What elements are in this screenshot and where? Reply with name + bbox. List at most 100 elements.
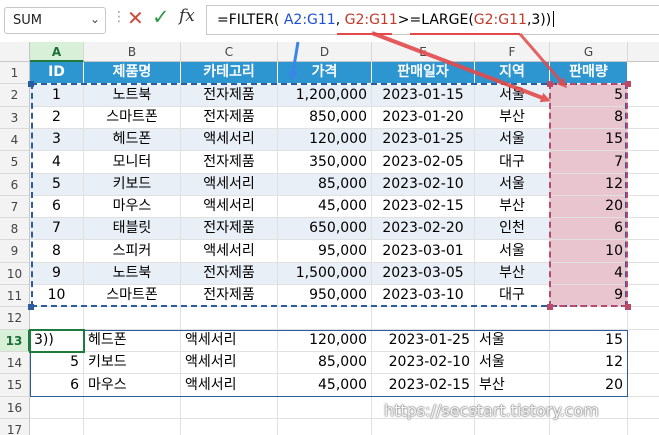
table-cell[interactable]: 1,500,000 (278, 263, 372, 285)
result-cell[interactable]: 헤드폰 (84, 330, 181, 352)
result-cell[interactable]: 120,000 (278, 330, 372, 352)
table-cell[interactable]: 전자제품 (181, 263, 278, 285)
empty-cell[interactable] (30, 307, 84, 330)
row-header-6[interactable]: 6 (0, 174, 30, 196)
table-cell[interactable]: 2023-03-05 (372, 263, 475, 285)
formula-input[interactable]: =FILTER( A2:G11, G2:G11>=LARGE(G2:G11,3)… (206, 5, 659, 35)
empty-cell[interactable] (550, 419, 628, 435)
table-cell[interactable]: 전자제품 (181, 107, 278, 129)
empty-cell[interactable] (628, 196, 659, 218)
table-cell[interactable]: 부산 (475, 263, 550, 285)
table-cell[interactable]: 350,000 (278, 151, 372, 174)
table-cell[interactable]: 2023-03-01 (372, 240, 475, 263)
empty-cell[interactable] (628, 151, 659, 174)
result-cell[interactable]: 키보드 (84, 352, 181, 374)
column-header-e[interactable]: E (372, 42, 475, 62)
column-header-b[interactable]: B (84, 42, 181, 62)
row-header-4[interactable]: 4 (0, 129, 30, 151)
table-cell[interactable]: 전자제품 (181, 151, 278, 174)
table-cell[interactable]: 6 (550, 218, 628, 240)
empty-cell[interactable] (30, 419, 84, 435)
table-cell[interactable]: 액세서리 (181, 196, 278, 218)
table-cell[interactable]: 액세서리 (181, 240, 278, 263)
table-cell[interactable]: 85,000 (278, 174, 372, 196)
empty-cell[interactable] (181, 397, 278, 419)
column-header-c[interactable]: C (181, 42, 278, 62)
table-cell[interactable]: 1,200,000 (278, 84, 372, 107)
table-cell[interactable]: 서울 (475, 84, 550, 107)
empty-cell[interactable] (628, 240, 659, 263)
table-cell[interactable]: 4 (30, 151, 84, 174)
more-options-icon[interactable]: ⋮ (112, 9, 126, 25)
range-handle[interactable] (28, 304, 34, 310)
table-cell[interactable]: 7 (30, 218, 84, 240)
table-cell[interactable]: 2023-01-15 (372, 84, 475, 107)
result-cell[interactable]: 5 (30, 352, 84, 374)
row-header-12[interactable]: 12 (0, 307, 30, 330)
table-cell[interactable]: 2 (30, 107, 84, 129)
empty-cell[interactable] (278, 307, 372, 330)
table-cell[interactable]: 120,000 (278, 129, 372, 151)
table-cell[interactable]: 2023-02-20 (372, 218, 475, 240)
empty-cell[interactable] (84, 419, 181, 435)
result-cell[interactable]: 85,000 (278, 352, 372, 374)
row-header-2[interactable]: 2 (0, 84, 30, 107)
cancel-icon[interactable]: ✕ (127, 6, 144, 30)
table-cell[interactable]: 15 (550, 129, 628, 151)
empty-cell[interactable] (475, 419, 550, 435)
table-cell[interactable]: 8 (550, 107, 628, 129)
empty-cell[interactable] (475, 307, 550, 330)
result-cell[interactable]: 12 (550, 352, 628, 374)
result-cell[interactable]: 부산 (475, 374, 550, 397)
empty-cell[interactable] (550, 307, 628, 330)
empty-cell[interactable] (628, 174, 659, 196)
row-header-8[interactable]: 8 (0, 218, 30, 240)
empty-cell[interactable] (628, 330, 659, 352)
empty-cell[interactable] (278, 419, 372, 435)
empty-cell[interactable] (372, 419, 475, 435)
empty-cell[interactable] (372, 307, 475, 330)
table-cell[interactable]: 9 (30, 263, 84, 285)
empty-cell[interactable] (30, 397, 84, 419)
table-cell[interactable]: 2023-01-25 (372, 129, 475, 151)
table-cell[interactable]: 대구 (475, 151, 550, 174)
table-cell[interactable]: 10 (550, 240, 628, 263)
table-cell[interactable]: 45,000 (278, 196, 372, 218)
result-cell[interactable]: 6 (30, 374, 84, 397)
range-handle[interactable] (547, 304, 553, 310)
table-cell[interactable]: 9 (550, 285, 628, 307)
result-cell[interactable]: 액세서리 (181, 352, 278, 374)
range-handle[interactable] (547, 81, 553, 87)
table-cell[interactable]: 95,000 (278, 240, 372, 263)
empty-cell[interactable] (628, 285, 659, 307)
range-handle[interactable] (625, 304, 631, 310)
table-cell[interactable]: 650,000 (278, 218, 372, 240)
column-header-a[interactable]: A (30, 42, 84, 62)
table-cell[interactable]: 인천 (475, 218, 550, 240)
table-cell[interactable]: 태블릿 (84, 218, 181, 240)
column-header-d[interactable]: D (278, 42, 372, 62)
table-cell[interactable]: 부산 (475, 107, 550, 129)
empty-cell[interactable] (181, 307, 278, 330)
table-cell[interactable]: 서울 (475, 129, 550, 151)
chevron-down-icon[interactable]: ⌄ (90, 12, 100, 26)
table-cell[interactable]: 서울 (475, 240, 550, 263)
empty-cell[interactable] (628, 107, 659, 129)
table-cell[interactable]: 3 (30, 129, 84, 151)
empty-cell[interactable] (628, 218, 659, 240)
row-header-14[interactable]: 14 (0, 352, 30, 374)
table-cell[interactable]: 8 (30, 240, 84, 263)
row-header-9[interactable]: 9 (0, 240, 30, 263)
table-header-cell[interactable]: 카테고리 (181, 62, 278, 84)
table-cell[interactable]: 12 (550, 174, 628, 196)
active-edit-cell[interactable]: 3)) (30, 330, 84, 352)
table-cell[interactable]: 20 (550, 196, 628, 218)
table-cell[interactable]: 마우스 (84, 196, 181, 218)
table-cell[interactable]: 노트북 (84, 84, 181, 107)
row-header-1[interactable]: 1 (0, 62, 30, 84)
empty-cell[interactable] (278, 397, 372, 419)
table-cell[interactable]: 7 (550, 151, 628, 174)
table-header-cell[interactable]: 제품명 (84, 62, 181, 84)
row-header-11[interactable]: 11 (0, 285, 30, 307)
empty-cell[interactable] (628, 374, 659, 397)
